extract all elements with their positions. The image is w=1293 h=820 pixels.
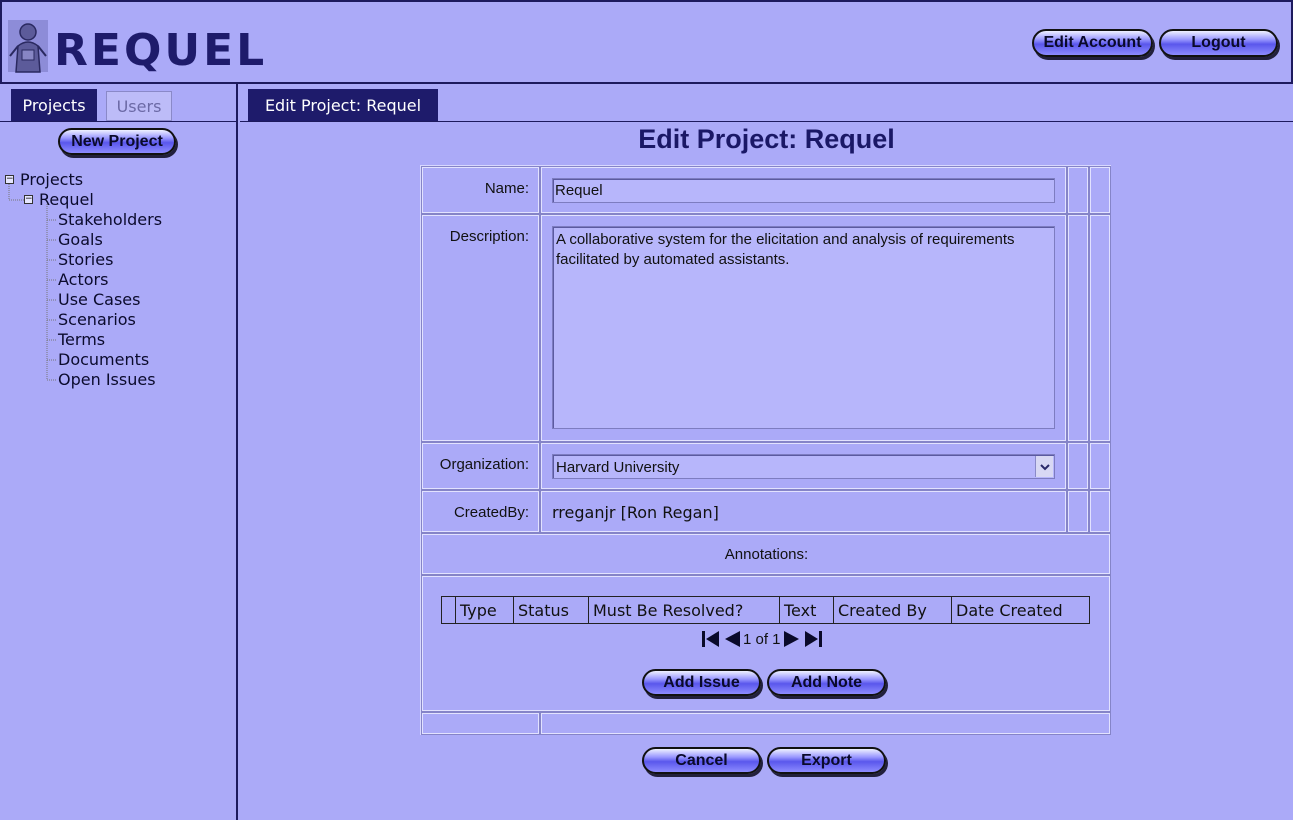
column-header-type[interactable]: Type: [456, 597, 514, 623]
spacer-cell: [1067, 166, 1089, 214]
add-issue-button[interactable]: Add Issue: [642, 669, 761, 696]
description-label-cell: [421, 214, 540, 442]
cancel-button[interactable]: Cancel: [642, 747, 761, 774]
createdby-value: rreganjr [Ron Regan]: [552, 503, 719, 522]
spacer-cell: [1089, 442, 1111, 490]
tree-item-open-issues[interactable]: Open Issues: [58, 370, 156, 390]
cancel-label: Cancel: [675, 751, 728, 769]
sidebar: Projects Users New Project − Projects − …: [0, 84, 238, 820]
tree-item-label: Goals: [58, 230, 103, 249]
column-header-date-created[interactable]: Date Created: [952, 597, 1089, 623]
column-header-created-by[interactable]: Created By: [834, 597, 952, 623]
add-note-label: Add Note: [790, 673, 863, 691]
logout-button[interactable]: Logout: [1159, 29, 1278, 57]
tab-users[interactable]: Users: [106, 91, 172, 121]
pager-text: 1 of 1: [743, 630, 781, 648]
tab-projects[interactable]: Projects: [11, 89, 97, 121]
description-textarea[interactable]: A collaborative system for the elicitati…: [552, 226, 1055, 429]
tree-item-label: Use Cases: [58, 290, 141, 309]
column-header-status[interactable]: Status: [514, 597, 589, 623]
tree-item-label: Scenarios: [58, 310, 136, 329]
export-button[interactable]: Export: [767, 747, 886, 774]
export-label: Export: [801, 751, 852, 769]
tree-item-label: Actors: [58, 270, 109, 289]
column-header-must-be-resolved[interactable]: Must Be Resolved?: [589, 597, 780, 623]
tree-item-label: Open Issues: [58, 370, 156, 389]
tree-item-label: Stakeholders: [58, 210, 163, 229]
annotations-table: Type Status Must Be Resolved? Text Creat…: [441, 596, 1090, 624]
edit-account-button[interactable]: Edit Account: [1032, 29, 1153, 57]
tab-edit-project[interactable]: Edit Project: Requel: [248, 89, 438, 121]
name-label: Name:: [484, 180, 529, 197]
organization-label: Organization:: [439, 456, 529, 473]
tree-connector-lines: [8, 184, 57, 381]
spacer-cell: [1067, 442, 1089, 490]
tree-item-scenarios[interactable]: Scenarios: [58, 310, 136, 330]
tree-item-goals[interactable]: Goals: [58, 230, 103, 250]
pager: 1 of 1: [701, 628, 823, 650]
createdby-label: CreatedBy:: [453, 504, 529, 521]
sidebar-tabbar: Projects Users: [0, 84, 238, 122]
column-header-text[interactable]: Text: [780, 597, 834, 623]
previous-page-icon[interactable]: [723, 630, 741, 648]
column-handle: [442, 597, 456, 623]
tree-item-stakeholders[interactable]: Stakeholders: [58, 210, 162, 230]
tab-projects-label: Projects: [22, 95, 86, 115]
spacer-cell: [1089, 214, 1111, 442]
spacer-cell: [1089, 490, 1111, 533]
tree-item-terms[interactable]: Terms: [58, 330, 105, 350]
next-page-icon[interactable]: [783, 630, 801, 648]
organization-select-value: Harvard University: [556, 459, 680, 476]
footer-value-cell: [540, 712, 1111, 735]
app-header: REQUEL Edit Account Logout: [0, 0, 1293, 84]
first-page-icon[interactable]: [701, 630, 721, 648]
add-issue-label: Add Issue: [663, 673, 740, 691]
spacer-cell: [1067, 214, 1089, 442]
last-page-icon[interactable]: [803, 630, 823, 648]
new-project-button[interactable]: New Project: [58, 128, 176, 155]
tree-item-label: Stories: [58, 250, 114, 269]
edit-project-form: Name: Requel Description: A collaborativ…: [420, 165, 1111, 735]
tree-item-label: Documents: [58, 350, 150, 369]
tree-item-use-cases[interactable]: Use Cases: [58, 290, 140, 310]
tab-edit-project-label: Edit Project: Requel: [264, 95, 422, 115]
page-title: Edit Project: Requel: [638, 124, 895, 154]
spacer-cell: [1089, 166, 1111, 214]
tree-item-documents[interactable]: Documents: [58, 350, 149, 370]
description-label: Description:: [449, 228, 529, 245]
spacer-cell: [1067, 490, 1089, 533]
main-panel: Edit Project: Requel Edit Project: Reque…: [240, 84, 1293, 820]
footer-label-cell: [421, 712, 540, 735]
tree-item-label: Terms: [58, 330, 106, 349]
tab-users-label: Users: [116, 96, 162, 116]
robot-icon: [8, 20, 48, 73]
chevron-down-icon[interactable]: [1035, 456, 1053, 477]
tree-item-actors[interactable]: Actors: [58, 270, 108, 290]
new-project-label: New Project: [71, 132, 163, 150]
add-note-button[interactable]: Add Note: [767, 669, 886, 696]
annotations-label: Annotations:: [724, 546, 809, 563]
svg-text:REQUEL: REQUEL: [54, 25, 267, 76]
edit-account-label: Edit Account: [1043, 34, 1142, 51]
name-input[interactable]: Requel: [552, 178, 1055, 203]
logout-label: Logout: [1191, 34, 1246, 51]
tree-item-stories[interactable]: Stories: [58, 250, 113, 270]
main-tabbar: Edit Project: Requel: [240, 84, 1293, 122]
organization-select[interactable]: Harvard University: [552, 454, 1055, 479]
requel-logo: REQUEL: [8, 20, 267, 76]
